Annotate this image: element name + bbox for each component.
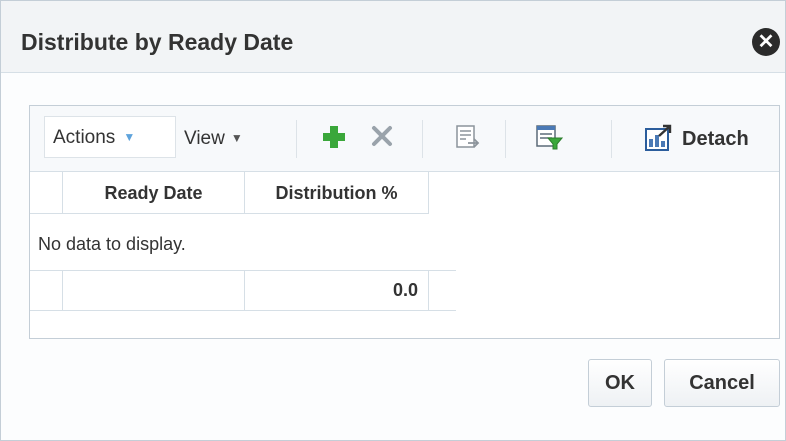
delete-icon[interactable] [368,124,396,152]
distribution-total: 0.0 [392,280,418,300]
view-menu-label: View [184,128,225,149]
column-header-distribution-pct[interactable]: Distribution % [245,172,429,214]
column-header-ready-date[interactable]: Ready Date [63,172,245,214]
distribution-table-panel: Actions ▼ View ▼ Detach Ready Date Distr… [29,105,780,339]
actions-menu[interactable]: Actions ▼ [53,117,135,157]
toolbar-separator [422,120,423,158]
plus-icon[interactable] [320,124,348,152]
query-filter-icon[interactable] [535,124,564,152]
actions-menu-label: Actions [53,127,116,148]
table-toolbar: Actions ▼ View ▼ Detach [30,106,779,172]
toolbar-separator [611,120,612,158]
detach-icon[interactable] [644,124,672,152]
footer-ready-date-cell [63,271,245,310]
chevron-down-icon: ▼ [123,130,136,144]
table-header: Ready Date Distribution % [30,172,779,214]
detach-button[interactable]: Detach [682,126,749,152]
view-menu[interactable]: View ▼ [184,118,243,158]
actions-menu-group: Actions ▼ [44,116,176,158]
chevron-down-icon: ▼ [230,131,243,145]
table-footer-row: 0.0 [30,270,456,311]
toolbar-separator [296,120,297,158]
row-selector-header [30,172,63,214]
empty-table-message: No data to display. [38,234,186,254]
footer-selector-cell [30,271,63,310]
close-icon[interactable]: ✕ [752,28,780,56]
toolbar-separator [505,120,506,158]
dialog-header: Distribute by Ready Date ✕ [1,1,785,73]
dialog-title: Distribute by Ready Date [21,29,294,55]
ok-button[interactable]: OK [588,359,652,407]
distribute-dialog: Distribute by Ready Date ✕ Actions ▼ View… [0,0,786,441]
footer-distribution-total-cell: 0.0 [245,271,429,310]
cancel-button[interactable]: Cancel [664,359,780,407]
export-icon[interactable] [453,124,481,152]
